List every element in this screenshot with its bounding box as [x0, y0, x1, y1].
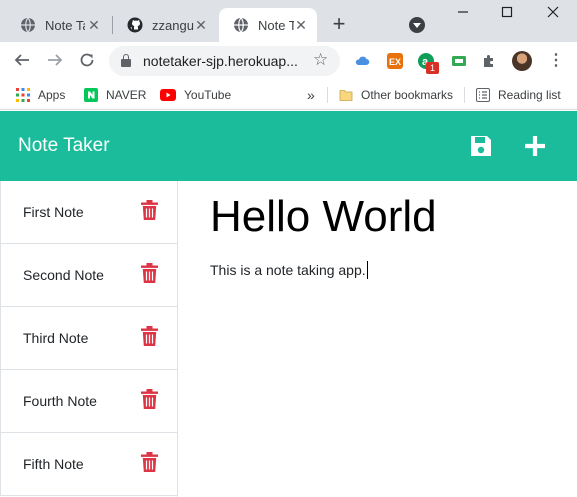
text-caret: [366, 261, 368, 279]
close-tab-icon[interactable]: ✕: [293, 17, 309, 33]
browser-menu-icon[interactable]: ⋮: [546, 51, 566, 71]
note-editor: Hello World This is a note taking app.: [178, 181, 577, 497]
svg-text:EX: EX: [389, 57, 401, 67]
cloud-extension-icon[interactable]: [354, 53, 370, 69]
globe-icon: [20, 17, 36, 33]
forward-arrow-icon[interactable]: [45, 51, 65, 71]
list-item[interactable]: Third Note: [0, 307, 177, 370]
minimize-icon[interactable]: [448, 4, 478, 24]
globe-icon: [233, 17, 249, 33]
bookmark-label: NAVER: [106, 88, 147, 102]
close-window-icon[interactable]: [538, 4, 568, 24]
extensions-puzzle-icon[interactable]: [481, 53, 497, 69]
bookmark-apps[interactable]: Apps: [16, 85, 65, 105]
browser-tab-2[interactable]: zzangu ✕: [113, 8, 217, 42]
url-text[interactable]: notetaker-sjp.herokuap...: [143, 53, 298, 69]
tab-search-icon[interactable]: [409, 17, 425, 33]
close-tab-icon[interactable]: ✕: [193, 17, 209, 33]
bookmark-naver[interactable]: NAVER: [84, 85, 146, 105]
bookmarks-divider: [327, 87, 328, 103]
bookmark-label: Other bookmarks: [361, 88, 454, 102]
bookmark-other-folder[interactable]: Other bookmarks: [339, 85, 453, 105]
ex-extension-icon[interactable]: EX: [387, 53, 403, 69]
youtube-icon: [160, 88, 176, 102]
reload-icon[interactable]: [77, 51, 97, 71]
browser-toolbar: notetaker-sjp.herokuap... ☆ EX a 1 ⋮: [0, 42, 577, 80]
bookmark-label: Reading list: [498, 88, 561, 102]
trash-icon[interactable]: [141, 263, 158, 283]
trash-icon[interactable]: [141, 200, 158, 220]
trash-icon[interactable]: [141, 452, 158, 472]
list-item[interactable]: Fourth Note: [0, 370, 177, 433]
bookmarks-bar: Apps NAVER YouTube » Other bookmarks Rea…: [0, 80, 577, 110]
tab-title: Note Taker: [258, 17, 294, 33]
note-title[interactable]: Third Note: [23, 330, 88, 346]
github-icon: [127, 17, 143, 33]
new-tab-button[interactable]: +: [327, 13, 351, 37]
bookmark-star-icon[interactable]: ☆: [313, 50, 328, 70]
plus-icon[interactable]: [522, 133, 548, 159]
bookmarks-divider: [464, 87, 465, 103]
brand-title[interactable]: Note Taker: [18, 135, 110, 157]
folder-icon: [339, 88, 353, 102]
browser-tab-3-active[interactable]: Note Taker ✕: [219, 8, 317, 42]
trash-icon[interactable]: [141, 389, 158, 409]
bookmark-youtube[interactable]: YouTube: [160, 85, 231, 105]
bookmark-label: Apps: [38, 88, 66, 102]
back-arrow-icon[interactable]: [12, 51, 32, 71]
maximize-icon[interactable]: [492, 4, 522, 24]
browser-tab-strip: Note Taker ✕ zzangu ✕ Note Taker ✕ +: [0, 0, 577, 42]
notes-list: First Note Second Note Third Note Fourth…: [0, 181, 178, 497]
note-title[interactable]: Second Note: [23, 267, 104, 283]
list-item[interactable]: First Note: [0, 181, 177, 244]
list-item[interactable]: Fifth Note: [0, 433, 177, 496]
close-tab-icon[interactable]: ✕: [86, 17, 102, 33]
bookmark-label: YouTube: [184, 88, 232, 102]
note-title[interactable]: Fifth Note: [23, 456, 84, 472]
address-bar[interactable]: notetaker-sjp.herokuap... ☆: [109, 46, 340, 76]
note-textarea[interactable]: This is a note taking app.: [210, 261, 368, 279]
list-item[interactable]: Second Note: [0, 244, 177, 307]
note-text: This is a note taking app.: [210, 262, 366, 278]
screen-extension-icon[interactable]: [451, 53, 467, 69]
bookmarks-overflow-chevron[interactable]: »: [307, 85, 315, 105]
note-title[interactable]: First Note: [23, 204, 84, 220]
note-title[interactable]: Fourth Note: [23, 393, 97, 409]
naver-icon: [84, 88, 98, 102]
reading-list-icon: [476, 88, 490, 102]
apps-grid-icon: [16, 88, 30, 102]
trash-icon[interactable]: [141, 326, 158, 346]
note-title-input[interactable]: Hello World: [210, 192, 437, 242]
lock-icon: [121, 54, 131, 67]
extension-badge: 1: [426, 62, 439, 74]
tab-title: Note Taker: [45, 17, 85, 33]
profile-avatar[interactable]: [512, 51, 532, 71]
reading-list-button[interactable]: Reading list: [476, 85, 561, 105]
floppy-disk-icon[interactable]: [468, 133, 494, 159]
app-navbar: Note Taker: [0, 111, 577, 181]
browser-tab-1[interactable]: Note Taker ✕: [6, 8, 110, 42]
